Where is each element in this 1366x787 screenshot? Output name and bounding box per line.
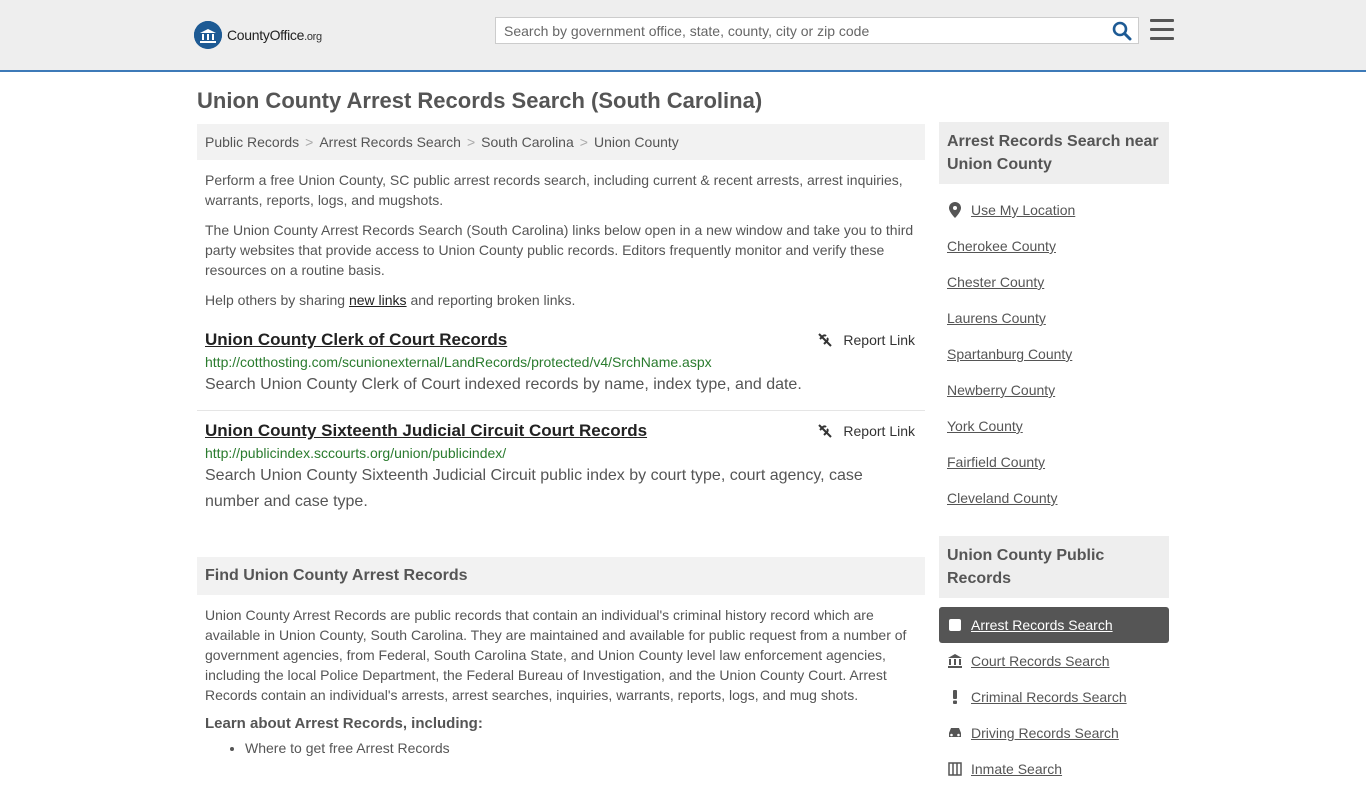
search-box xyxy=(495,17,1139,44)
share-text-before: Help others by sharing xyxy=(205,292,349,308)
report-link-label: Report Link xyxy=(843,423,915,439)
menu-bar xyxy=(1150,37,1174,40)
public-record-item-inmate[interactable]: Inmate Search xyxy=(939,751,1169,787)
main-content: Public Records > Arrest Records Search > Sou… xyxy=(197,124,925,756)
disclaimer-paragraph: The Union County Arrest Records Search (… xyxy=(205,222,914,278)
broken-link-icon xyxy=(818,333,833,347)
intro-paragraph: Perform a free Union County, SC public a… xyxy=(205,172,903,208)
public-record-link[interactable]: Court Records Search xyxy=(971,643,1110,679)
logo-office: Office xyxy=(269,27,305,43)
breadcrumb: Public Records > Arrest Records Search > Sou… xyxy=(197,124,925,160)
report-link-button[interactable]: Report Link xyxy=(817,332,915,348)
record-title-link[interactable]: Union County Clerk of Court Records xyxy=(205,330,507,349)
public-record-item-arrest[interactable]: Arrest Records Search xyxy=(939,607,1169,643)
find-records-heading: Find Union County Arrest Records xyxy=(197,557,925,595)
nearby-county-link[interactable]: Laurens County xyxy=(947,300,1046,336)
nearby-county-link[interactable]: Spartanburg County xyxy=(947,336,1072,372)
record-title-link[interactable]: Union County Sixteenth Judicial Circuit … xyxy=(205,421,647,440)
record-url: http://publicindex.sccourts.org/union/pu… xyxy=(205,445,507,461)
logo-county: County xyxy=(227,27,270,43)
nearby-county-link[interactable]: York County xyxy=(947,408,1023,444)
hamburger-menu-icon[interactable] xyxy=(1150,19,1174,41)
nearby-county-item: Spartanburg County xyxy=(939,336,1169,372)
public-records-list: Arrest Records Search Court Records Sear… xyxy=(939,607,1169,787)
use-location-item: Use My Location xyxy=(939,192,1169,228)
learn-list: Where to get free Arrest Records xyxy=(197,740,925,756)
record-description: Search Union County Clerk of Court index… xyxy=(205,376,802,393)
page-title: Union County Arrest Records Search (Sout… xyxy=(197,88,763,113)
use-location-link[interactable]: Use My Location xyxy=(971,192,1075,228)
map-pin-icon xyxy=(947,202,963,218)
breadcrumb-public-records[interactable]: Public Records xyxy=(205,134,299,150)
record-url: http://cotthosting.com/scunionexternal/L… xyxy=(205,354,712,370)
car-icon xyxy=(947,727,963,739)
nearby-list: Use My Location Cherokee County Chester … xyxy=(939,192,1169,516)
breadcrumb-separator: > xyxy=(305,134,314,150)
top-header: CountyOffice.org xyxy=(0,0,1366,72)
nearby-county-item: Cleveland County xyxy=(939,480,1169,516)
public-record-item-driving[interactable]: Driving Records Search xyxy=(939,715,1169,751)
inmate-icon xyxy=(947,762,963,776)
nearby-county-link[interactable]: Newberry County xyxy=(947,372,1055,408)
record-description: Search Union County Sixteenth Judicial C… xyxy=(205,467,863,510)
nearby-county-item: Fairfield County xyxy=(939,444,1169,480)
nearby-county-link[interactable]: Cherokee County xyxy=(947,228,1056,264)
breadcrumb-separator: > xyxy=(579,134,588,150)
share-paragraph: Help others by sharing new links and rep… xyxy=(197,290,925,310)
record-listing: Union County Sixteenth Judicial Circuit … xyxy=(197,421,925,515)
report-link-button[interactable]: Report Link xyxy=(817,423,915,439)
search-icon[interactable] xyxy=(1112,21,1132,41)
breadcrumb-state[interactable]: South Carolina xyxy=(481,134,574,150)
broken-link-icon xyxy=(818,424,833,438)
public-records-heading: Union County Public Records xyxy=(939,536,1169,598)
public-record-link[interactable]: Inmate Search xyxy=(971,751,1062,787)
site-logo[interactable]: CountyOffice.org xyxy=(194,20,322,50)
nearby-county-item: York County xyxy=(939,408,1169,444)
nearby-county-link[interactable]: Fairfield County xyxy=(947,444,1045,480)
logo-text: CountyOffice.org xyxy=(227,27,322,43)
report-link-label: Report Link xyxy=(843,332,915,348)
public-record-item-court[interactable]: Court Records Search xyxy=(939,643,1169,679)
menu-bar xyxy=(1150,28,1174,31)
nearby-county-item: Cherokee County xyxy=(939,228,1169,264)
breadcrumb-arrest-records[interactable]: Arrest Records Search xyxy=(319,134,461,150)
learn-heading: Learn about Arrest Records, including: xyxy=(205,715,483,732)
learn-list-item: Where to get free Arrest Records xyxy=(245,740,925,756)
nearby-county-item: Laurens County xyxy=(939,300,1169,336)
nearby-county-link[interactable]: Chester County xyxy=(947,264,1044,300)
nearby-county-item: Newberry County xyxy=(939,372,1169,408)
public-record-link[interactable]: Arrest Records Search xyxy=(971,607,1113,643)
breadcrumb-county: Union County xyxy=(593,134,679,150)
checkbox-icon xyxy=(947,619,963,631)
public-record-item-criminal[interactable]: Criminal Records Search xyxy=(939,679,1169,715)
find-records-paragraph: Union County Arrest Records are public r… xyxy=(205,607,907,703)
menu-bar xyxy=(1150,19,1174,22)
exclamation-icon xyxy=(947,690,963,704)
new-links-link[interactable]: new links xyxy=(349,292,407,308)
logo-org: .org xyxy=(304,31,322,43)
logo-badge-icon xyxy=(194,21,222,49)
sidebar: Arrest Records Search near Union County … xyxy=(939,122,1169,787)
record-listing: Union County Clerk of Court Records Repo… xyxy=(197,330,925,411)
nearby-heading: Arrest Records Search near Union County xyxy=(939,122,1169,184)
public-record-link[interactable]: Driving Records Search xyxy=(971,715,1119,751)
nearby-county-item: Chester County xyxy=(939,264,1169,300)
share-text-after: and reporting broken links. xyxy=(406,292,576,308)
search-input[interactable] xyxy=(496,18,1112,43)
courthouse-icon xyxy=(947,654,963,668)
nearby-county-link[interactable]: Cleveland County xyxy=(947,480,1058,516)
breadcrumb-separator: > xyxy=(466,134,476,150)
public-record-link[interactable]: Criminal Records Search xyxy=(971,679,1127,715)
